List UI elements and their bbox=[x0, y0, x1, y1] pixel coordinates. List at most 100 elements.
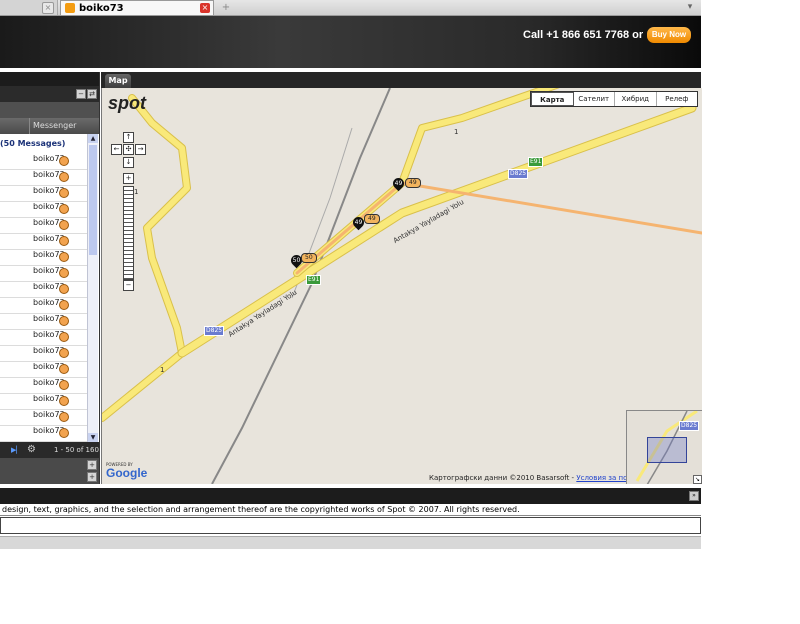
map-copyright: Картографски данни ©2010 Basarsoft - Усл… bbox=[429, 474, 653, 482]
pan-up-icon[interactable]: ↑ bbox=[123, 132, 134, 143]
call-text: Call +1 866 651 7768 or bbox=[523, 29, 644, 41]
map-type-satellite[interactable]: Сателит bbox=[574, 92, 615, 106]
list-item[interactable]: boiko73 bbox=[0, 297, 87, 314]
google-logo[interactable]: Google bbox=[106, 466, 147, 480]
page-horizontal-scrollbar[interactable] bbox=[0, 536, 701, 549]
status-dot-icon bbox=[59, 396, 69, 406]
map-type-terrain[interactable]: Релеф bbox=[657, 92, 698, 106]
panel-bottom-bar: + + bbox=[0, 458, 99, 484]
route-shield-e91: E91 bbox=[306, 275, 322, 285]
column-divider[interactable] bbox=[29, 118, 30, 134]
pan-left-icon[interactable]: ← bbox=[111, 144, 122, 155]
list-item[interactable]: boiko73 bbox=[0, 265, 87, 282]
active-tab[interactable]: boiko73 × bbox=[60, 0, 214, 15]
list-item[interactable]: boiko73 bbox=[0, 425, 87, 442]
zoom-slider[interactable] bbox=[123, 186, 134, 280]
page-range: 1 - 50 of 160 bbox=[54, 446, 99, 454]
overview-map[interactable]: D825 ↘ bbox=[626, 410, 702, 484]
list-item[interactable]: boiko73 bbox=[0, 409, 87, 426]
marker-label: 49 bbox=[394, 180, 403, 187]
pan-right-icon[interactable]: → bbox=[135, 144, 146, 155]
status-dot-icon bbox=[59, 316, 69, 326]
buy-now-button[interactable]: Buy Now bbox=[647, 27, 691, 43]
gear-icon[interactable]: ⚙ bbox=[27, 442, 36, 458]
scrollbar-thumb[interactable] bbox=[89, 145, 97, 255]
column-header-messenger[interactable]: Messenger bbox=[33, 118, 76, 134]
route-shield-d825: D825 bbox=[679, 421, 700, 431]
list-item[interactable]: boiko73 bbox=[0, 217, 87, 234]
road-label: 1 bbox=[160, 366, 165, 374]
zoom-in-icon[interactable]: + bbox=[123, 173, 134, 184]
table-header: Messenger bbox=[0, 118, 99, 134]
list-item[interactable]: boiko73 bbox=[0, 345, 87, 362]
status-dot-icon bbox=[59, 236, 69, 246]
list-item[interactable]: boiko73 bbox=[0, 153, 87, 170]
status-dot-icon bbox=[59, 268, 69, 278]
recenter-icon[interactable]: ✣ bbox=[123, 144, 134, 155]
footer-legal-text: design, text, graphics, and the selectio… bbox=[0, 504, 701, 516]
location-marker[interactable]: 49 bbox=[350, 214, 367, 231]
road-label: 1 bbox=[454, 128, 459, 136]
pager-bar: ▶▏ ⚙ 1 - 50 of 160 bbox=[0, 442, 99, 458]
map-type-hybrid[interactable]: Хибрид bbox=[615, 92, 657, 106]
road-layer bbox=[102, 88, 702, 484]
list-item[interactable]: boiko73 bbox=[0, 249, 87, 266]
status-dot-icon bbox=[59, 172, 69, 182]
close-tab-icon[interactable]: × bbox=[200, 3, 210, 13]
list-item[interactable]: boiko73 bbox=[0, 361, 87, 378]
list-item[interactable]: boiko73 bbox=[0, 281, 87, 298]
list-item[interactable]: boiko73 bbox=[0, 169, 87, 186]
new-tab-button[interactable]: + bbox=[217, 0, 235, 15]
list-item[interactable]: boiko73 bbox=[0, 201, 87, 218]
status-dot-icon bbox=[59, 188, 69, 198]
status-dot-icon bbox=[59, 364, 69, 374]
panel-title-bar bbox=[0, 72, 99, 86]
status-dot-icon bbox=[59, 284, 69, 294]
list-scrollbar[interactable]: ▲ ▼ bbox=[87, 134, 98, 442]
railway-line bbox=[211, 88, 391, 484]
close-icon[interactable]: × bbox=[42, 2, 54, 14]
zoom-out-icon[interactable]: − bbox=[123, 280, 134, 291]
site-header: Call +1 866 651 7768 or Buy Now bbox=[0, 16, 701, 68]
tab-list-chevron-icon[interactable]: ▾ bbox=[679, 0, 701, 15]
scroll-up-icon[interactable]: ▲ bbox=[88, 134, 98, 143]
panel-filter-bar bbox=[0, 102, 99, 118]
list-item[interactable]: boiko73 bbox=[0, 377, 87, 394]
list-item[interactable]: boiko73 bbox=[0, 393, 87, 410]
marker-label: 50 bbox=[292, 257, 301, 264]
scroll-down-icon[interactable]: ▼ bbox=[88, 433, 98, 442]
refresh-icon[interactable]: ⇄ bbox=[87, 89, 97, 99]
list-item[interactable]: boiko73 bbox=[0, 185, 87, 202]
last-page-icon[interactable]: ▶▏ bbox=[11, 442, 22, 458]
favicon-icon bbox=[65, 3, 75, 13]
expand-icon[interactable]: + bbox=[87, 460, 97, 470]
background-tab[interactable]: × bbox=[0, 0, 58, 15]
messages-panel: − ⇄ Messenger (50 Messages) boiko73 boiko… bbox=[0, 72, 100, 484]
status-dot-icon bbox=[59, 412, 69, 422]
overview-toggle-icon[interactable]: ↘ bbox=[693, 475, 702, 484]
list-item[interactable]: boiko73 bbox=[0, 233, 87, 250]
road-upper-outline bbox=[293, 88, 560, 277]
collapse-icon[interactable]: − bbox=[76, 89, 86, 99]
list-item[interactable]: boiko73 bbox=[0, 329, 87, 346]
status-dot-icon bbox=[59, 428, 69, 438]
route-shield-e91: E91 bbox=[528, 157, 544, 167]
location-marker[interactable]: 49 bbox=[390, 175, 407, 192]
map-tabstrip: Map bbox=[101, 72, 701, 88]
expand-footer-icon[interactable]: » bbox=[689, 491, 699, 501]
map-type-map[interactable]: Карта bbox=[531, 92, 574, 106]
footer-bar: » bbox=[0, 488, 701, 504]
pan-down-icon[interactable]: ↓ bbox=[123, 157, 134, 168]
status-dot-icon bbox=[59, 156, 69, 166]
map-canvas[interactable]: Antakya Yayladagi Yolu Antakya Yayladagi… bbox=[101, 88, 702, 484]
expand-icon[interactable]: + bbox=[87, 472, 97, 482]
list-item[interactable]: boiko73 bbox=[0, 313, 87, 330]
road-upper bbox=[294, 88, 557, 276]
overview-viewport[interactable] bbox=[647, 437, 687, 463]
tab-map[interactable]: Map bbox=[105, 74, 131, 88]
marker-badge: 50 bbox=[301, 253, 317, 263]
status-dot-icon bbox=[59, 348, 69, 358]
status-dot-icon bbox=[59, 380, 69, 390]
route-shield-d825: D825 bbox=[204, 326, 225, 336]
marker-badge: 49 bbox=[405, 178, 421, 188]
